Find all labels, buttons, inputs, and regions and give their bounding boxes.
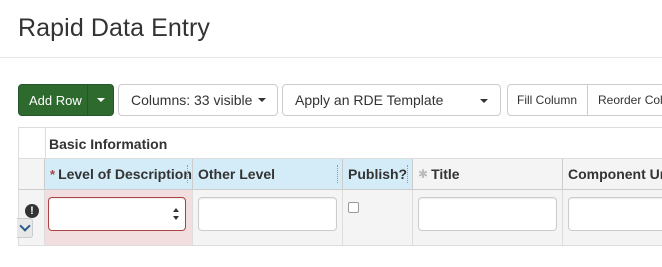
column-resize-handle[interactable] — [337, 165, 340, 183]
publish-cell — [343, 190, 413, 246]
other-level-input[interactable] — [198, 197, 337, 231]
column-header-label: Component Unique Identifier — [568, 166, 662, 182]
columns-visibility-button[interactable]: Columns: 33 visible — [118, 84, 278, 116]
column-header-title[interactable]: ✱ Title — [413, 159, 563, 190]
header-gutter — [18, 159, 45, 190]
caret-down-icon — [480, 99, 488, 103]
rde-grid: Basic Information * Level of Description… — [17, 127, 662, 247]
column-header-label: Other Level — [198, 166, 276, 182]
table-row: ! — [17, 190, 662, 246]
toolbar: Add Row Columns: 33 visible Apply an RDE… — [0, 84, 662, 116]
column-header-publish[interactable]: Publish? — [343, 159, 413, 190]
column-header-label: Publish? — [348, 166, 408, 182]
column-resize-handle[interactable] — [187, 165, 190, 183]
row-gutter: ! — [17, 190, 45, 246]
title-cell — [413, 190, 563, 246]
column-header-label: Title — [431, 166, 460, 182]
error-alert-icon: ! — [25, 204, 39, 218]
dialog-title: Rapid Data Entry — [18, 14, 210, 42]
add-row-button[interactable]: Add Row — [18, 84, 88, 116]
caret-down-icon — [96, 98, 105, 102]
select-arrows-icon — [173, 208, 180, 220]
rapid-data-entry-dialog: Rapid Data Entry Add Row Columns: 33 vis… — [0, 0, 662, 267]
level-of-description-select[interactable] — [48, 197, 186, 231]
section-gutter — [19, 128, 46, 158]
gear-icon: ✱ — [418, 167, 429, 181]
other-level-cell — [193, 190, 343, 246]
publish-checkbox[interactable] — [348, 202, 359, 213]
reorder-columns-button[interactable]: Reorder Columns — [587, 84, 662, 116]
level-of-description-cell — [45, 190, 193, 246]
section-header: Basic Information — [18, 127, 662, 159]
column-header-row: * Level of Description Other Level Publi… — [18, 159, 662, 190]
dialog-header: Rapid Data Entry — [0, 0, 662, 58]
column-resize-handle[interactable] — [407, 165, 410, 183]
rde-template-select-value: Apply an RDE Template — [295, 92, 444, 108]
rde-template-select[interactable]: Apply an RDE Template — [282, 84, 501, 116]
component-unique-identifier-cell — [563, 190, 662, 246]
add-row-dropdown-button[interactable] — [87, 84, 114, 116]
caret-down-icon — [258, 98, 267, 102]
component-unique-identifier-input[interactable] — [568, 197, 662, 231]
section-title: Basic Information — [49, 136, 168, 152]
columns-visibility-label: Columns: 33 visible — [131, 92, 253, 108]
fill-column-button[interactable]: Fill Column — [507, 84, 588, 116]
column-header-component-unique-identifier[interactable]: Component Unique Identifier — [563, 159, 662, 190]
column-header-label: Level of Description — [58, 166, 192, 182]
column-header-level-of-description[interactable]: * Level of Description — [45, 159, 193, 190]
chevron-down-icon — [18, 220, 31, 232]
required-marker-icon: * — [50, 166, 56, 182]
column-header-other-level[interactable]: Other Level — [193, 159, 343, 190]
row-expand-toggle[interactable] — [17, 218, 33, 238]
title-input[interactable] — [418, 197, 557, 231]
